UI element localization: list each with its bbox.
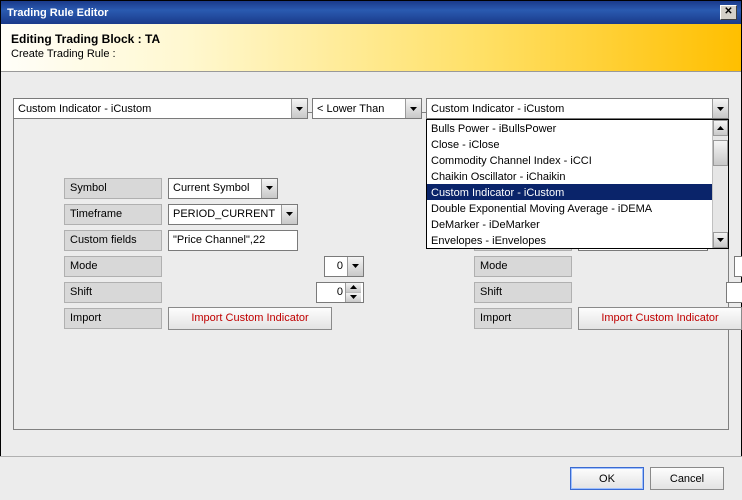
- chevron-down-icon[interactable]: [347, 257, 363, 276]
- ok-button[interactable]: OK: [570, 467, 644, 490]
- dropdown-option[interactable]: Commodity Channel Index - iCCI: [427, 152, 712, 168]
- label-shift: Shift: [64, 282, 162, 303]
- left-operand-combo[interactable]: Custom Indicator - iCustom: [13, 98, 308, 119]
- custom-fields-input[interactable]: [168, 230, 298, 251]
- chevron-down-icon[interactable]: [281, 205, 297, 224]
- operator-value: < Lower Than: [313, 103, 405, 115]
- header-subtitle: Create Trading Rule :: [11, 48, 731, 60]
- shift-value-r[interactable]: [727, 283, 742, 302]
- scroll-up-icon[interactable]: [713, 120, 728, 136]
- chevron-down-icon[interactable]: [346, 293, 361, 302]
- label-import-r: Import: [474, 308, 572, 329]
- dropdown-scrollbar[interactable]: [712, 120, 728, 248]
- titlebar: Trading Rule Editor ✕: [1, 1, 741, 24]
- chevron-down-icon[interactable]: [405, 99, 421, 118]
- label-shift-r: Shift: [474, 282, 572, 303]
- chevron-down-icon[interactable]: [712, 99, 728, 118]
- shift-spinner[interactable]: [316, 282, 364, 303]
- dropdown-option[interactable]: Close - iClose: [427, 136, 712, 152]
- right-operand-dropdown-list[interactable]: Bulls Power - iBullsPowerClose - iCloseC…: [426, 119, 729, 249]
- work-area: Custom Indicator - iCustom < Lower Than …: [1, 72, 741, 442]
- mode-value: 0: [325, 260, 347, 272]
- header-title: Editing Trading Block : TA: [11, 32, 731, 46]
- import-custom-indicator-button-r[interactable]: Import Custom Indicator: [578, 307, 742, 330]
- mode-value-r: 0: [735, 260, 742, 272]
- timeframe-combo[interactable]: PERIOD_CURRENT: [168, 204, 298, 225]
- import-custom-indicator-button[interactable]: Import Custom Indicator: [168, 307, 332, 330]
- header-band: Editing Trading Block : TA Create Tradin…: [1, 24, 741, 72]
- label-mode-r: Mode: [474, 256, 572, 277]
- dropdown-option[interactable]: Envelopes - iEnvelopes: [427, 232, 712, 248]
- mode-combo-r[interactable]: 0: [734, 256, 742, 277]
- window-title: Trading Rule Editor: [7, 7, 108, 19]
- shift-spinner-r[interactable]: [726, 282, 742, 303]
- footer: OK Cancel: [0, 456, 742, 500]
- scroll-thumb[interactable]: [713, 140, 728, 166]
- dropdown-option[interactable]: Custom Indicator - iCustom: [427, 184, 712, 200]
- condition-row: Custom Indicator - iCustom < Lower Than …: [13, 98, 729, 119]
- operator-combo[interactable]: < Lower Than: [312, 98, 422, 119]
- dropdown-option[interactable]: DeMarker - iDeMarker: [427, 216, 712, 232]
- right-operand-combo[interactable]: Custom Indicator - iCustom: [426, 98, 729, 119]
- left-form: Symbol Current Symbol Timeframe PERIOD_C…: [64, 177, 364, 333]
- right-operand-value: Custom Indicator - iCustom: [427, 103, 712, 115]
- label-timeframe: Timeframe: [64, 204, 162, 225]
- label-import: Import: [64, 308, 162, 329]
- label-mode: Mode: [64, 256, 162, 277]
- chevron-down-icon[interactable]: [261, 179, 277, 198]
- chevron-up-icon[interactable]: [346, 283, 361, 293]
- symbol-combo[interactable]: Current Symbol: [168, 178, 278, 199]
- scroll-down-icon[interactable]: [713, 232, 728, 248]
- left-operand-value: Custom Indicator - iCustom: [14, 103, 291, 115]
- cancel-button[interactable]: Cancel: [650, 467, 724, 490]
- dropdown-option[interactable]: Bulls Power - iBullsPower: [427, 120, 712, 136]
- chevron-down-icon[interactable]: [291, 99, 307, 118]
- label-custom-fields: Custom fields: [64, 230, 162, 251]
- dropdown-option[interactable]: Chaikin Oscillator - iChaikin: [427, 168, 712, 184]
- label-symbol: Symbol: [64, 178, 162, 199]
- timeframe-value: PERIOD_CURRENT: [169, 208, 281, 220]
- close-button[interactable]: ✕: [720, 5, 737, 20]
- dropdown-option[interactable]: Double Exponential Moving Average - iDEM…: [427, 200, 712, 216]
- mode-combo[interactable]: 0: [324, 256, 364, 277]
- symbol-value: Current Symbol: [169, 182, 261, 194]
- shift-value[interactable]: [317, 283, 345, 302]
